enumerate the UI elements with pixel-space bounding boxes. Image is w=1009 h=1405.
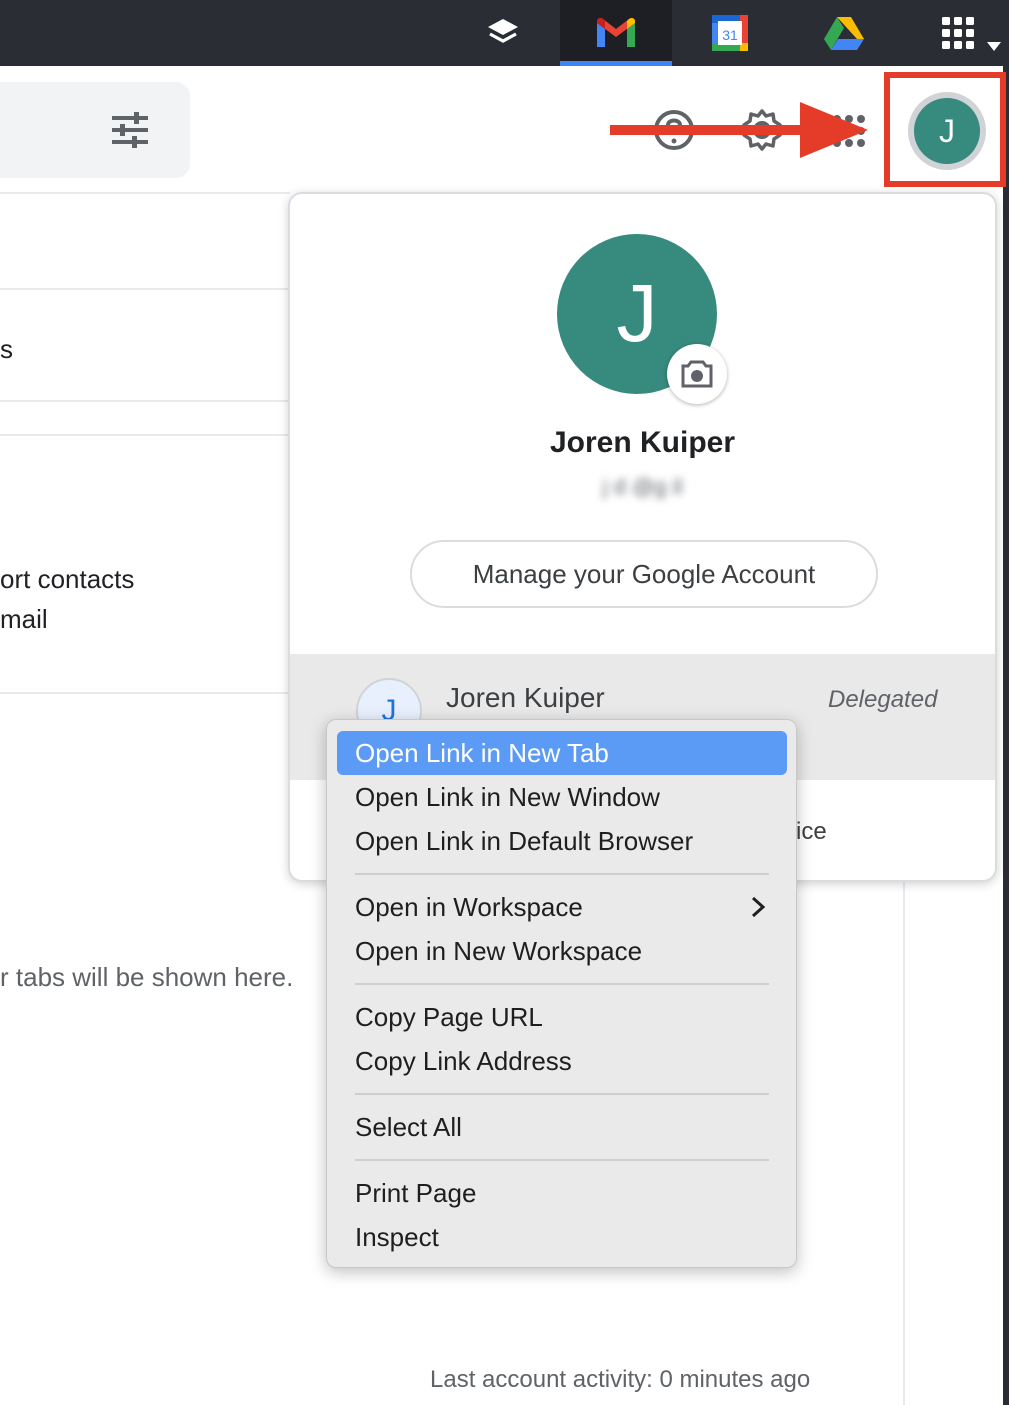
window-edge xyxy=(1003,66,1009,1405)
account-row-name: Joren Kuiper xyxy=(446,682,605,713)
gmail-icon xyxy=(597,17,635,47)
import-contacts-text: ort contacts xyxy=(0,564,135,594)
chevron-right-icon xyxy=(751,896,766,918)
account-name: Joren Kuiper xyxy=(549,426,736,459)
divider xyxy=(0,692,290,694)
camera-icon xyxy=(681,360,713,388)
last-activity-text: Last account activity: 0 minutes ago xyxy=(430,1366,811,1393)
caret-down-icon[interactable] xyxy=(987,42,1001,51)
annotation-highlight-box xyxy=(884,72,1006,187)
divider xyxy=(0,400,290,402)
manage-account-button[interactable]: Manage your Google Account xyxy=(410,540,878,608)
app-switcher-bar: 31 xyxy=(0,0,1009,66)
delegated-badge: Delegated xyxy=(828,686,938,713)
change-photo-button[interactable] xyxy=(667,344,727,404)
calendar-tab[interactable]: 31 xyxy=(674,0,786,66)
account-email: j d @g il xyxy=(602,474,683,499)
menu-item-open-new-window[interactable]: Open Link in New Window xyxy=(337,775,787,819)
divider xyxy=(0,434,290,436)
layers-app-icon xyxy=(488,19,518,43)
divider xyxy=(0,192,290,194)
popup-partial-text: ice xyxy=(796,818,827,845)
menu-item-inspect[interactable]: Inspect xyxy=(337,1215,787,1259)
menu-item-copy-link-address[interactable]: Copy Link Address xyxy=(337,1039,787,1083)
menu-item-print-page[interactable]: Print Page xyxy=(337,1171,787,1215)
mail-text: mail xyxy=(0,604,48,634)
menu-item-open-default-browser[interactable]: Open Link in Default Browser xyxy=(337,819,787,863)
tune-icon[interactable] xyxy=(110,110,150,150)
panel-divider xyxy=(903,880,905,1405)
context-menu: Open Link in New Tab Open Link in New Wi… xyxy=(326,719,797,1268)
menu-item-open-new-tab[interactable]: Open Link in New Tab xyxy=(337,731,787,775)
empty-tabs-text: r tabs will be shown here. xyxy=(0,962,294,992)
google-drive-icon xyxy=(824,17,864,50)
apps-tab[interactable] xyxy=(902,0,1009,66)
menu-item-copy-page-url[interactable]: Copy Page URL xyxy=(337,995,787,1039)
background-text: s xyxy=(0,334,13,364)
menu-item-select-all[interactable]: Select All xyxy=(337,1105,787,1149)
gmail-tab[interactable] xyxy=(560,0,672,66)
google-calendar-icon: 31 xyxy=(712,15,748,51)
drive-tab[interactable] xyxy=(788,0,900,66)
search-bar[interactable] xyxy=(0,82,190,178)
menu-separator xyxy=(355,873,769,875)
menu-separator xyxy=(355,1093,769,1095)
apps-grid-icon xyxy=(942,17,974,49)
menu-item-open-new-workspace[interactable]: Open in New Workspace xyxy=(337,929,787,973)
layers-app-tab[interactable] xyxy=(448,0,558,66)
calendar-day-label: 31 xyxy=(722,27,738,43)
annotation-arrow-icon xyxy=(610,102,868,158)
divider xyxy=(0,288,290,290)
menu-item-open-in-workspace[interactable]: Open in Workspace xyxy=(337,885,787,929)
menu-separator xyxy=(355,983,769,985)
menu-separator xyxy=(355,1159,769,1161)
